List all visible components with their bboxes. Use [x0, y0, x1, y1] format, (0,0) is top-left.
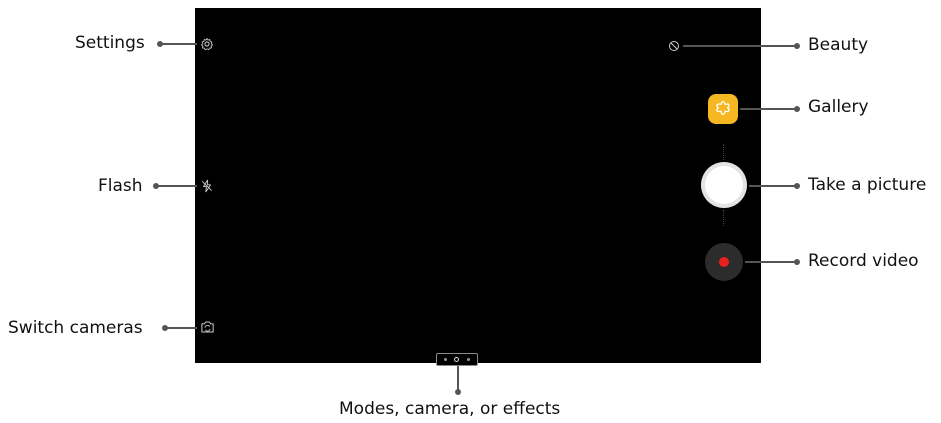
beauty-icon: [669, 41, 679, 51]
flash-leader-line: [156, 185, 197, 187]
settings-leader-line: [160, 43, 197, 45]
gallery-button[interactable]: [708, 94, 738, 124]
modes-indicator[interactable]: [436, 353, 478, 366]
switch-cameras-leader-line: [165, 327, 197, 329]
beauty-leader-dot: [794, 43, 800, 49]
record-video-leader-line: [745, 261, 797, 263]
flash-off-icon: [202, 179, 212, 193]
gallery-icon: [716, 100, 730, 116]
modes-leader-line: [457, 366, 459, 391]
beauty-button[interactable]: [667, 39, 681, 53]
mode-dot: [467, 358, 471, 361]
modes-leader-dot: [455, 389, 461, 395]
take-picture-leader-line: [749, 185, 797, 187]
record-video-callout: Record video: [808, 251, 919, 271]
zoom-indicator-bottom: [723, 210, 726, 226]
record-dot: [719, 257, 729, 267]
gear-icon: [201, 38, 213, 51]
switch-cameras-button[interactable]: [199, 319, 216, 335]
camera-switch-icon: [201, 321, 214, 333]
take-picture-callout: Take a picture: [808, 175, 927, 195]
mode-dot: [443, 358, 447, 361]
settings-callout: Settings: [75, 33, 145, 53]
gallery-callout: Gallery: [808, 97, 869, 117]
take-picture-button[interactable]: [701, 162, 747, 208]
switch-cameras-callout: Switch cameras: [8, 318, 143, 338]
beauty-callout: Beauty: [808, 35, 869, 55]
camera-viewfinder[interactable]: [195, 8, 761, 363]
mode-dot-active: [454, 357, 460, 362]
beauty-leader-line: [683, 45, 797, 47]
zoom-indicator-top: [723, 144, 726, 160]
record-video-leader-dot: [794, 259, 800, 265]
flash-callout: Flash: [98, 176, 143, 196]
modes-callout: Modes, camera, or effects: [339, 399, 561, 419]
settings-button[interactable]: [199, 36, 215, 52]
gallery-leader-line: [740, 108, 797, 110]
take-picture-leader-dot: [794, 183, 800, 189]
flash-button[interactable]: [199, 178, 215, 194]
gallery-leader-dot: [794, 106, 800, 112]
shutter-inner: [705, 166, 743, 204]
record-video-button[interactable]: [705, 243, 743, 281]
